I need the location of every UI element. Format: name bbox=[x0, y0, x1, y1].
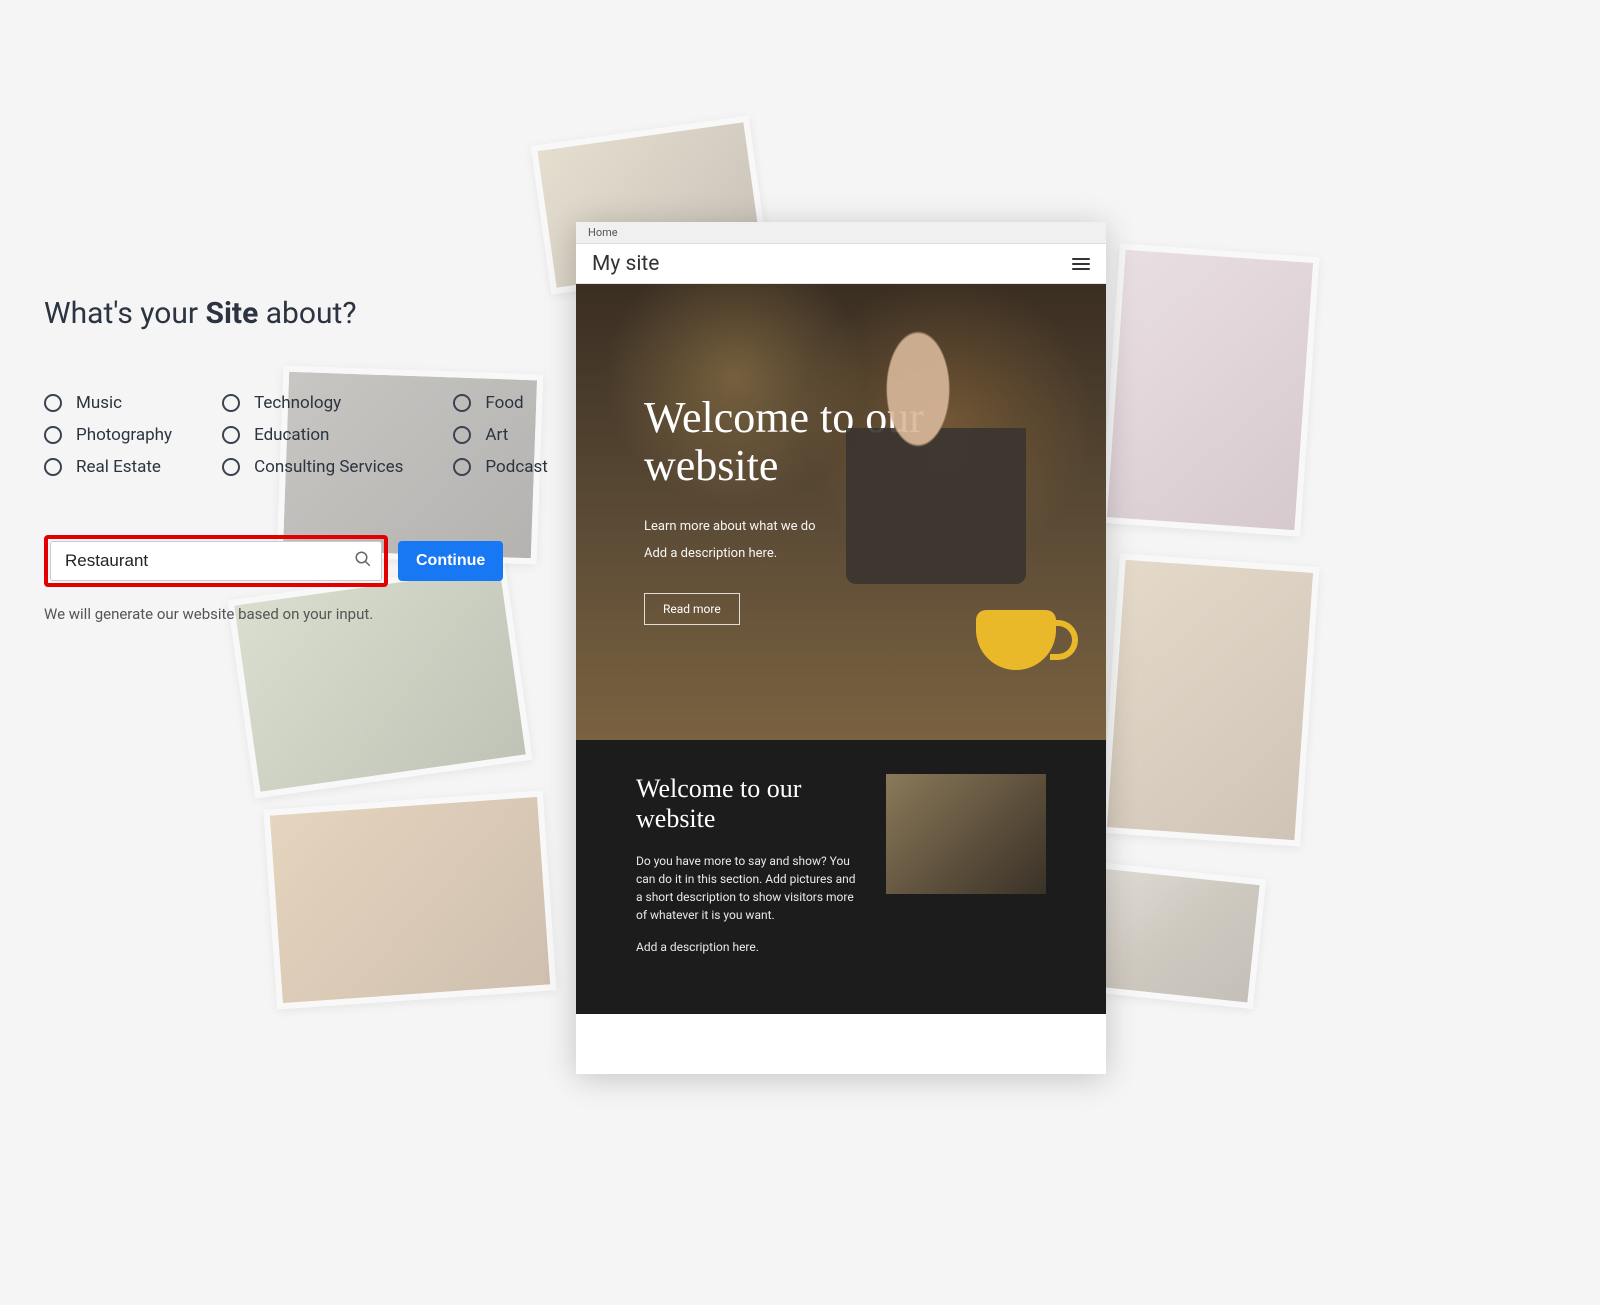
bg-photo bbox=[1100, 553, 1319, 846]
radio-icon bbox=[453, 458, 471, 476]
site-title: My site bbox=[592, 252, 659, 276]
read-more-button[interactable]: Read more bbox=[644, 593, 740, 625]
preview-tab-home[interactable]: Home bbox=[588, 226, 618, 239]
radio-label: Food bbox=[485, 393, 523, 413]
radio-label: Consulting Services bbox=[254, 457, 403, 477]
category-option-technology[interactable]: Technology bbox=[222, 393, 403, 413]
preview-tabbar: Home bbox=[576, 222, 1106, 244]
highlight-annotation bbox=[44, 535, 388, 587]
hero-subtitle-1: Learn more about what we do bbox=[644, 519, 1038, 534]
radio-icon bbox=[453, 394, 471, 412]
bg-photo bbox=[263, 790, 556, 1009]
radio-icon bbox=[44, 458, 62, 476]
radio-label: Music bbox=[76, 393, 122, 413]
category-option-consulting[interactable]: Consulting Services bbox=[222, 457, 403, 477]
category-option-podcast[interactable]: Podcast bbox=[453, 457, 547, 477]
radio-icon bbox=[44, 426, 62, 444]
hero-subtitle-2: Add a description here. bbox=[644, 546, 1038, 561]
search-row: Continue bbox=[44, 535, 524, 587]
site-topic-input[interactable] bbox=[50, 541, 382, 581]
category-option-music[interactable]: Music bbox=[44, 393, 172, 413]
radio-label: Technology bbox=[254, 393, 341, 413]
helper-text: We will generate our website based on yo… bbox=[44, 605, 524, 623]
hero-section: Welcome to our website Learn more about … bbox=[576, 284, 1106, 740]
radio-icon bbox=[222, 426, 240, 444]
preview-bottom bbox=[576, 1014, 1106, 1074]
category-option-real-estate[interactable]: Real Estate bbox=[44, 457, 172, 477]
hero-mug-image bbox=[976, 610, 1056, 670]
section-body: Do you have more to say and show? You ca… bbox=[636, 852, 862, 924]
radio-label: Art bbox=[485, 425, 508, 445]
site-setup-form: What's your Site about? Music Technology… bbox=[44, 296, 524, 623]
bg-photo bbox=[1100, 243, 1319, 536]
heading-post: about? bbox=[258, 296, 356, 331]
category-option-food[interactable]: Food bbox=[453, 393, 547, 413]
radio-label: Photography bbox=[76, 425, 172, 445]
continue-button[interactable]: Continue bbox=[398, 541, 503, 581]
welcome-section: Welcome to our website Do you have more … bbox=[576, 740, 1106, 1014]
radio-icon bbox=[44, 394, 62, 412]
preview-header: My site bbox=[576, 244, 1106, 284]
page-title: What's your Site about? bbox=[44, 296, 524, 331]
radio-icon bbox=[222, 458, 240, 476]
radio-label: Podcast bbox=[485, 457, 547, 477]
category-grid: Music Technology Food Photography Educat… bbox=[44, 393, 524, 477]
radio-label: Education bbox=[254, 425, 329, 445]
category-option-education[interactable]: Education bbox=[222, 425, 403, 445]
heading-pre: What's your bbox=[44, 296, 206, 331]
section-title: Welcome to our website bbox=[636, 774, 862, 834]
heading-strong: Site bbox=[206, 296, 259, 331]
category-option-photography[interactable]: Photography bbox=[44, 425, 172, 445]
hamburger-icon[interactable] bbox=[1072, 258, 1090, 270]
radio-label: Real Estate bbox=[76, 457, 161, 477]
section-sub: Add a description here. bbox=[636, 938, 862, 956]
search-icon bbox=[354, 550, 372, 572]
section-image bbox=[886, 774, 1046, 894]
radio-icon bbox=[222, 394, 240, 412]
radio-icon bbox=[453, 426, 471, 444]
site-preview: Home My site Welcome to our website Lear… bbox=[576, 222, 1106, 1074]
category-option-art[interactable]: Art bbox=[453, 425, 547, 445]
